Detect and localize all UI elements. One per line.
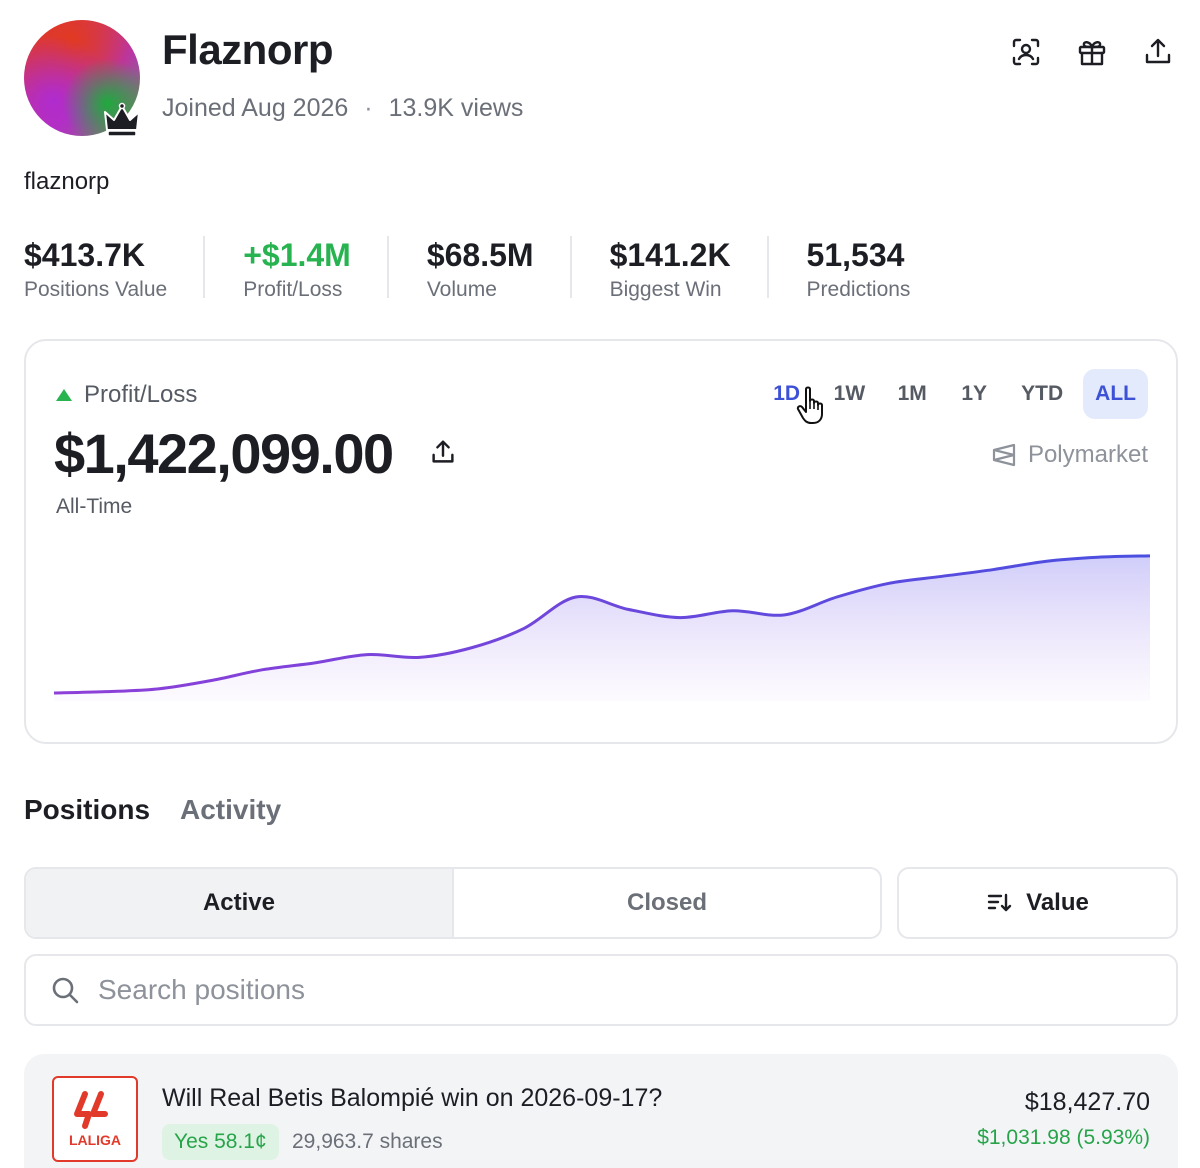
- stat-profit-loss: +$1.4M Profit/Loss: [243, 236, 389, 301]
- pl-period: All-Time: [56, 495, 133, 518]
- outcome-badge: Yes 58.1¢: [162, 1124, 279, 1160]
- scan-user-icon: [1012, 38, 1040, 66]
- stat-value: 51,534: [806, 237, 905, 273]
- search-icon: [52, 977, 79, 1004]
- stat-value: $413.7K: [24, 237, 145, 273]
- position-pnl: $1,031.98 (5.93%): [977, 1126, 1150, 1149]
- scan-profile-button[interactable]: [1008, 34, 1044, 70]
- sort-icon: [987, 893, 1012, 912]
- pnl-chart: [54, 554, 1150, 701]
- search-box: [24, 954, 1178, 1026]
- gift-icon: [1078, 41, 1106, 66]
- username: flaznorp: [24, 168, 110, 195]
- position-value: $18,427.70: [1024, 1088, 1150, 1116]
- profile-header: Flaznorp Joined Aug 2026 · 13.9K views: [24, 20, 1176, 140]
- hand-pointer-icon: [796, 386, 823, 424]
- profit-loss-card: Profit/Loss $1,422,099.00 All-Time 1D 1W…: [24, 339, 1178, 744]
- joined-date: Joined Aug 2026: [162, 94, 349, 122]
- stat-volume: $68.5M Volume: [426, 236, 572, 301]
- laliga-mark-icon: [74, 1091, 108, 1129]
- polymarket-logo-icon: [992, 443, 1016, 467]
- range-ytd[interactable]: YTD: [1009, 369, 1075, 419]
- sort-label: Value: [1026, 889, 1089, 916]
- sort-button[interactable]: Value: [897, 867, 1178, 939]
- pl-title-label: Profit/Loss: [84, 381, 198, 408]
- market-title[interactable]: Will Real Betis Balompié win on 2026-09-…: [162, 1084, 662, 1113]
- stat-predictions: 51,534 Predictions: [806, 236, 947, 301]
- brand-watermark: Polymarket: [990, 441, 1148, 469]
- pl-amount: $1,422,099.00: [54, 422, 394, 485]
- stat-label: Predictions: [806, 278, 911, 301]
- profile-tabs: Positions Activity: [24, 794, 281, 826]
- stats-row: $413.7K Positions Value +$1.4M Profit/Lo…: [24, 236, 984, 312]
- range-all[interactable]: ALL: [1083, 369, 1148, 419]
- crown-icon: [104, 102, 140, 137]
- stat-label: Positions Value: [24, 278, 168, 301]
- share-pnl-icon[interactable]: [428, 437, 458, 467]
- logo-text: LALIGA: [68, 1132, 122, 1148]
- brand-name: Polymarket: [1027, 441, 1148, 468]
- position-status-toggle: Active Closed: [24, 867, 882, 939]
- meta-separator: ·: [364, 94, 373, 122]
- laliga-logo: LALIGA: [52, 1076, 138, 1162]
- up-triangle-icon: [56, 389, 72, 401]
- stat-value: $141.2K: [609, 237, 731, 273]
- stat-label: Volume: [426, 278, 497, 301]
- tab-positions[interactable]: Positions: [24, 794, 150, 826]
- segment-active[interactable]: Active: [26, 869, 454, 937]
- share-button[interactable]: [1140, 34, 1176, 70]
- position-row[interactable]: LALIGA Will Real Betis Balompié win on 2…: [24, 1054, 1178, 1168]
- stat-positions-value: $413.7K Positions Value: [24, 236, 206, 301]
- pl-title: Profit/Loss: [56, 381, 197, 409]
- gift-button[interactable]: [1074, 34, 1110, 70]
- segment-closed[interactable]: Closed: [454, 869, 880, 937]
- view-count: 13.9K views: [388, 94, 524, 122]
- display-name: Flaznorp: [162, 26, 334, 73]
- range-1y[interactable]: 1Y: [947, 369, 1001, 419]
- profile-meta: Joined Aug 2026 · 13.9K views: [162, 94, 523, 123]
- search-input[interactable]: [98, 974, 1098, 1006]
- stat-value: $68.5M: [426, 237, 534, 273]
- tab-activity[interactable]: Activity: [180, 794, 281, 826]
- range-1m[interactable]: 1M: [885, 369, 939, 419]
- header-actions: [1008, 34, 1176, 70]
- stat-label: Profit/Loss: [243, 278, 343, 301]
- share-icon: [1145, 38, 1171, 64]
- stat-value: +$1.4M: [243, 237, 351, 273]
- share-count: 29,963.7 shares: [292, 1130, 443, 1153]
- stat-label: Biggest Win: [609, 278, 722, 301]
- stat-biggest-win: $141.2K Biggest Win: [609, 236, 769, 301]
